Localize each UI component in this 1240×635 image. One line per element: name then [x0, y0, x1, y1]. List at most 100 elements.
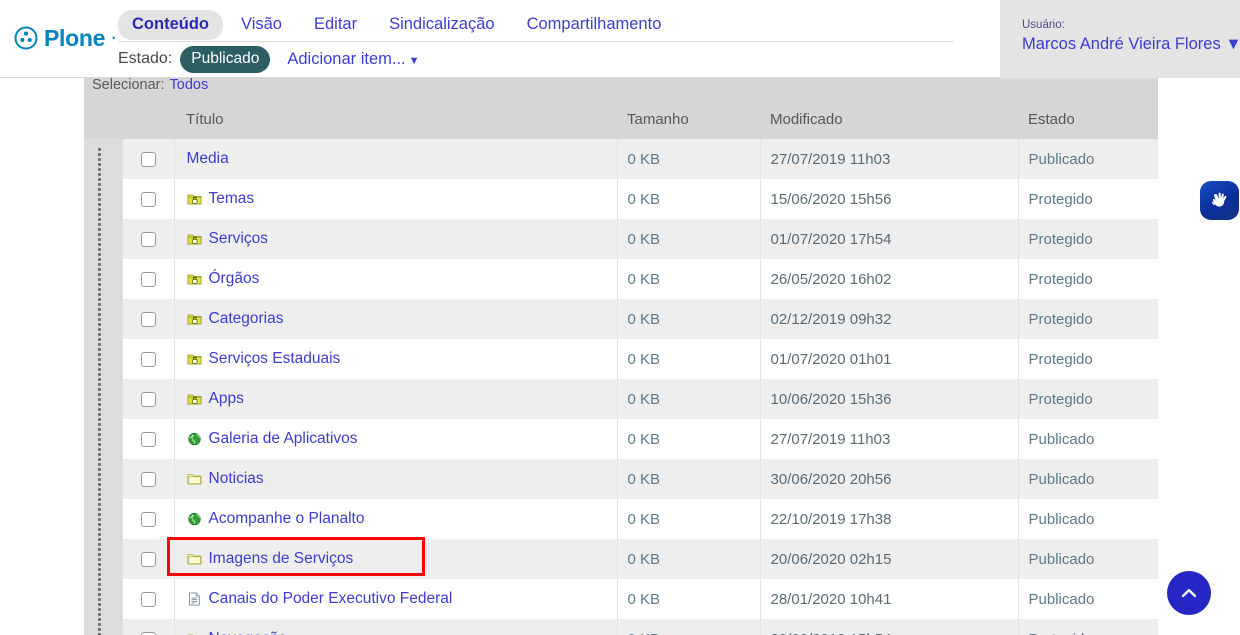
row-select-cell — [122, 299, 174, 339]
row-select-cell — [122, 539, 174, 579]
row-modified-cell: 01/07/2020 17h54 — [760, 219, 1018, 259]
page-root: Selecionar: Todos Título Tamanho Modific… — [0, 0, 1240, 635]
scroll-to-top-button[interactable] — [1167, 571, 1211, 615]
vlibras-accessibility-button[interactable] — [1200, 181, 1239, 220]
row-title-cell: Galeria de Aplicativos — [174, 419, 617, 459]
row-drag-cell — [84, 379, 122, 419]
add-item-label: Adicionar item... — [287, 50, 405, 68]
row-drag-cell — [84, 459, 122, 499]
state-badge[interactable]: Publicado — [180, 46, 270, 73]
row-state-cell: Publicado — [1018, 499, 1158, 539]
row-title-link[interactable]: Temas — [209, 190, 255, 208]
drag-handle-icon[interactable] — [98, 308, 107, 326]
table-row: Apps0 KB10/06/2020 15h36Protegido — [84, 379, 1158, 419]
row-size-cell: 0 KB — [617, 499, 760, 539]
drag-handle-icon[interactable] — [98, 548, 107, 566]
locked-folder-icon — [187, 192, 202, 206]
toolbar-tab-1[interactable]: Conteúdo — [118, 10, 223, 40]
chevron-down-icon: ▼ — [409, 55, 420, 67]
row-checkbox[interactable] — [141, 472, 156, 487]
title-cell-inner: Temas — [187, 190, 607, 208]
row-title-cell: Serviços — [174, 219, 617, 259]
toolbar-tabs: ConteúdoVisãoEditarSindicalizaçãoCompart… — [118, 10, 675, 40]
drag-handle-icon[interactable] — [98, 148, 107, 166]
plone-logo-icon — [14, 26, 38, 50]
row-drag-cell — [84, 579, 122, 619]
row-title-cell: Canais do Poder Executivo Federal — [174, 579, 617, 619]
row-drag-cell — [84, 299, 122, 339]
row-title-link[interactable]: Galeria de Aplicativos — [209, 430, 358, 448]
row-select-cell — [122, 139, 174, 179]
row-title-link[interactable]: Acompanhe o Planalto — [209, 510, 365, 528]
title-cell-inner: Imagens de Serviços — [187, 550, 607, 568]
document-icon — [187, 592, 202, 606]
row-title-link[interactable]: Media — [187, 150, 229, 168]
toolbar-divider — [118, 41, 954, 42]
row-checkbox[interactable] — [141, 232, 156, 247]
title-cell-inner: Noticias — [187, 470, 607, 488]
row-checkbox[interactable] — [141, 552, 156, 567]
title-cell-inner: Categorias — [187, 310, 607, 328]
row-checkbox[interactable] — [141, 432, 156, 447]
locked-folder-icon — [187, 352, 202, 366]
user-name[interactable]: Marcos André Vieira Flores ▼ — [1022, 35, 1224, 55]
drag-handle-icon[interactable] — [98, 348, 107, 366]
row-drag-cell — [84, 539, 122, 579]
row-size-cell: 0 KB — [617, 339, 760, 379]
row-size-cell: 0 KB — [617, 379, 760, 419]
plone-logo[interactable]: Plone • — [14, 26, 115, 50]
select-all-link[interactable]: Todos — [170, 77, 209, 93]
row-title-link[interactable]: Categorias — [209, 310, 284, 328]
column-header-modified[interactable]: Modificado — [760, 99, 1018, 139]
row-title-link[interactable]: Serviços — [209, 230, 268, 248]
chevron-up-icon — [1178, 582, 1200, 604]
drag-handle-icon[interactable] — [98, 508, 107, 526]
column-header-size[interactable]: Tamanho — [617, 99, 760, 139]
drag-handle-icon[interactable] — [98, 228, 107, 246]
row-checkbox[interactable] — [141, 352, 156, 367]
drag-handle-icon[interactable] — [98, 468, 107, 486]
toolbar-tab-4[interactable]: Sindicalização — [375, 10, 508, 40]
row-state-cell: Protegido — [1018, 219, 1158, 259]
drag-handle-icon[interactable] — [98, 388, 107, 406]
row-title-link[interactable]: Canais do Poder Executivo Federal — [209, 590, 453, 608]
row-size-cell: 0 KB — [617, 179, 760, 219]
row-checkbox[interactable] — [141, 152, 156, 167]
drag-handle-icon[interactable] — [98, 628, 107, 635]
row-title-link[interactable]: Imagens de Serviços — [209, 550, 354, 568]
column-header-title[interactable]: Título — [174, 99, 617, 139]
row-state-cell: Protegido — [1018, 619, 1158, 635]
row-title-link[interactable]: Serviços Estaduais — [209, 350, 341, 368]
toolbar-tab-3[interactable]: Editar — [300, 10, 371, 40]
user-menu[interactable]: Usuário: Marcos André Vieira Flores ▼ — [1000, 0, 1240, 78]
row-checkbox[interactable] — [141, 592, 156, 607]
row-select-cell — [122, 459, 174, 499]
row-checkbox[interactable] — [141, 192, 156, 207]
row-checkbox[interactable] — [141, 392, 156, 407]
row-drag-cell — [84, 139, 122, 179]
drag-handle-icon[interactable] — [98, 188, 107, 206]
row-modified-cell: 10/06/2020 15h36 — [760, 379, 1018, 419]
row-size-cell: 0 KB — [617, 539, 760, 579]
row-checkbox[interactable] — [141, 512, 156, 527]
row-title-cell: Apps — [174, 379, 617, 419]
row-checkbox[interactable] — [141, 272, 156, 287]
toolbar-tab-2[interactable]: Visão — [227, 10, 296, 40]
table-row: Noticias0 KB30/06/2020 20h56Publicado — [84, 459, 1158, 499]
row-title-link[interactable]: Órgãos — [209, 270, 260, 288]
add-item-menu[interactable]: Adicionar item... ▼ — [287, 50, 419, 69]
toolbar-tab-5[interactable]: Compartilhamento — [513, 10, 676, 40]
row-title-link[interactable]: Navegação — [209, 630, 287, 635]
row-modified-cell: 30/06/2020 20h56 — [760, 459, 1018, 499]
column-header-state[interactable]: Estado — [1018, 99, 1158, 139]
drag-handle-icon[interactable] — [98, 588, 107, 606]
folder-icon — [187, 472, 202, 486]
row-title-cell: Serviços Estaduais — [174, 339, 617, 379]
drag-handle-icon[interactable] — [98, 428, 107, 446]
row-title-link[interactable]: Noticias — [209, 470, 264, 488]
row-title-link[interactable]: Apps — [209, 390, 244, 408]
row-checkbox[interactable] — [141, 312, 156, 327]
row-title-cell: Media — [174, 139, 617, 179]
title-cell-inner: Apps — [187, 390, 607, 408]
drag-handle-icon[interactable] — [98, 268, 107, 286]
